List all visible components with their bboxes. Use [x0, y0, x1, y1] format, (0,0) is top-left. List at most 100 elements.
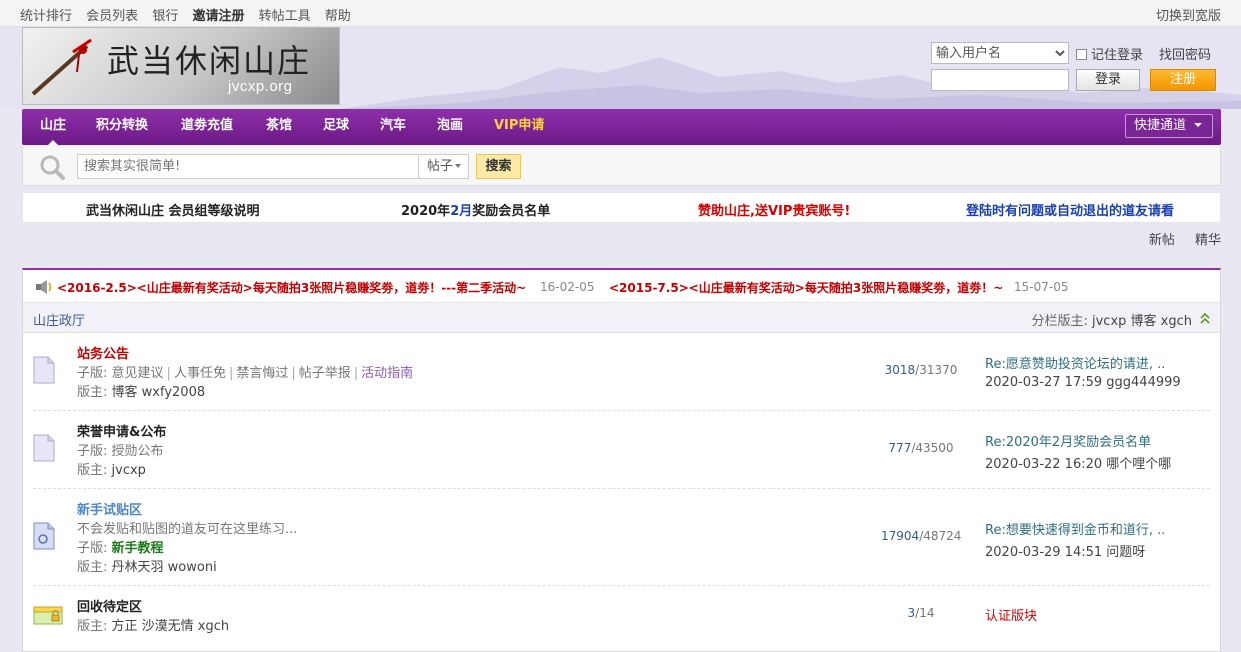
category-moderator-names[interactable]: jvcxp 博客 xgch [1092, 314, 1192, 329]
nav-item-teahouse[interactable]: 茶馆 [266, 109, 292, 145]
last-post-title[interactable]: Re:2020年2月奖励会员名单 [985, 431, 1171, 450]
featured-posts-link[interactable]: 精华 [1195, 233, 1221, 248]
moderator-label: 版主: [77, 560, 108, 575]
forum-subforums: 子版: 意见建议 | 人事任免 | 禁言悔过 | 帖子举报 | 活动指南 [77, 366, 414, 381]
forum-row: 回收待定区 版主: 方正 沙漠无情 xgch 3/14 认证版块 [33, 587, 1210, 649]
top-utility-bar: 统计排行 会员列表 银行 邀请注册 转帖工具 帮助 切换到宽版 [0, 0, 1241, 27]
category-name[interactable]: 山庄政厅 [33, 310, 85, 329]
forum-page-icon [33, 434, 55, 462]
announcement-reward-list[interactable]: 2020年2月奖励会员名单 [401, 200, 550, 219]
main-nav: 山庄 积分转换 道劵充值 茶馆 足球 汽车 泡画 VIP申请 快捷通道 [22, 109, 1221, 145]
ticker-item-2[interactable]: <2015-7.5><山庄最新有奖活动>每天随拍3张照片稳赚奖劵，道劵！~ [609, 279, 1003, 296]
toplink-stats[interactable]: 统计排行 [20, 9, 72, 24]
forum-stats: 3/14 [907, 606, 935, 620]
subforum-link[interactable]: 禁言悔过 [236, 366, 288, 381]
moderator-names[interactable]: jvcxp [112, 463, 146, 478]
forum-moderators: 版主: 丹林天羽 wowoni [77, 556, 217, 575]
forum-new-posts-icon [33, 522, 55, 550]
login-button[interactable]: 登录 [1076, 69, 1140, 91]
nav-item-recharge[interactable]: 道劵充值 [181, 109, 233, 145]
last-post-title[interactable]: 认证版块 [985, 605, 1037, 624]
nav-item-home[interactable]: 山庄 [40, 109, 66, 145]
chevron-down-icon [455, 164, 462, 168]
announcement-login-help[interactable]: 登陆时有问题或自动退出的道友请看 [966, 200, 1174, 219]
nav-item-football[interactable]: 足球 [323, 109, 349, 145]
toplink-bank[interactable]: 银行 [152, 9, 178, 24]
nav-item-vip[interactable]: VIP申请 [494, 109, 544, 145]
nav-item-cars[interactable]: 汽车 [380, 109, 406, 145]
nav-item-points-exchange[interactable]: 积分转换 [96, 109, 148, 145]
forum-locked-icon [33, 606, 63, 625]
category-moderators-label: 分栏版主: [1031, 314, 1088, 329]
site-logo[interactable]: 武当休闲山庄 jvcxp.org [22, 27, 340, 105]
quick-access-button[interactable]: 快捷通道 [1124, 114, 1213, 138]
moderator-label: 版主: [77, 463, 108, 478]
forum-name[interactable]: 回收待定区 [77, 596, 142, 615]
register-button[interactable]: 注册 [1150, 69, 1216, 91]
forum-name[interactable]: 站务公告 [77, 343, 129, 362]
search-button[interactable]: 搜索 [476, 154, 521, 179]
password-field[interactable] [931, 69, 1069, 91]
new-posts-link[interactable]: 新帖 [1149, 233, 1175, 248]
search-type-select[interactable]: 帖子 [419, 154, 469, 179]
remember-login[interactable]: 记住登录 [1076, 44, 1156, 63]
forgot-password-link[interactable]: 找回密码 [1159, 44, 1219, 63]
category-moderators: 分栏版主: jvcxp 博客 xgch [1031, 310, 1192, 329]
forum-last-post: Re:想要快速得到金币和道行, .. 2020-03-29 14:51 问题呀 [985, 519, 1165, 560]
speaker-icon [36, 280, 52, 294]
post-count: 31370 [919, 363, 958, 377]
announcement-bar: 武当休闲山庄 会员组等级说明 2020年2月奖励会员名单 赞助山庄,送VIP贵宾… [22, 192, 1221, 223]
moderator-label: 版主: [77, 385, 108, 400]
subforum-link[interactable]: 帖子举报 [299, 366, 351, 381]
subforum-link[interactable]: 活动指南 [361, 366, 413, 381]
search-icon [40, 155, 65, 180]
forum-last-post: Re:2020年2月奖励会员名单 2020-03-22 16:20 哪个哩个哪 [985, 431, 1171, 472]
toplink-repost-tool[interactable]: 转帖工具 [259, 9, 311, 24]
ticker-item-1[interactable]: <2016-2.5><山庄最新有奖活动>每天随拍3张照片稳赚奖劵，道劵！---第… [57, 279, 526, 296]
subforum-link[interactable]: 新手教程 [112, 541, 164, 556]
announcement-reward-pre: 2020年 [401, 204, 451, 219]
forum-moderators: 版主: 博客 wxfy2008 [77, 381, 205, 400]
username-select[interactable]: 输入用户名 [931, 42, 1069, 64]
search-bar: 帖子 搜索 [22, 146, 1221, 186]
search-input[interactable] [77, 154, 419, 179]
post-count: 48724 [923, 529, 962, 543]
announcement-member-levels[interactable]: 武当休闲山庄 会员组等级说明 [86, 200, 260, 219]
remember-label: 记住登录 [1091, 48, 1144, 63]
moderator-names[interactable]: 方正 沙漠无情 xgch [112, 619, 230, 634]
subforum-link[interactable]: 意见建议 [112, 366, 164, 381]
topic-count: 777 [888, 441, 912, 455]
topic-count: 17904 [881, 529, 920, 543]
nav-item-paohua[interactable]: 泡画 [437, 109, 463, 145]
remember-checkbox[interactable] [1076, 49, 1087, 60]
forum-subforums: 子版: 授勋公布 [77, 440, 164, 459]
subforum-link[interactable]: 授勋公布 [112, 444, 164, 459]
announcement-sponsor[interactable]: 赞助山庄,送VIP贵宾账号! [698, 200, 850, 219]
search-type-label: 帖子 [427, 159, 454, 174]
last-post-title[interactable]: Re:愿意赞助投资论坛的请进, .. [985, 353, 1181, 372]
last-post-title[interactable]: Re:想要快速得到金币和道行, .. [985, 519, 1165, 538]
forum-name[interactable]: 荣誉申请&公布 [77, 421, 166, 440]
subforum-link[interactable]: 人事任免 [174, 366, 226, 381]
wide-mode-link[interactable]: 切换到宽版 [1156, 5, 1221, 24]
category-header: 山庄政厅 分栏版主: jvcxp 博客 xgch [23, 303, 1220, 333]
moderator-names[interactable]: 丹林天羽 wowoni [112, 560, 217, 575]
collapse-icon[interactable] [1200, 313, 1210, 325]
toplink-members[interactable]: 会员列表 [86, 9, 138, 24]
last-post-meta: 2020-03-29 14:51 问题呀 [985, 545, 1146, 560]
forum-row: 站务公告 子版: 意见建议 | 人事任免 | 禁言悔过 | 帖子举报 | 活动指南 版主: 博客… [33, 334, 1210, 411]
last-post-meta: 2020-03-27 17:59 ggg444999 [985, 375, 1181, 390]
chevron-down-icon [1194, 123, 1202, 127]
top-links: 统计排行 会员列表 银行 邀请注册 转帖工具 帮助 [20, 5, 361, 24]
announcement-reward-mid: 2月 [450, 204, 473, 219]
toplink-invite[interactable]: 邀请注册 [192, 9, 244, 24]
sword-icon [31, 38, 92, 96]
quick-access-label: 快捷通道 [1133, 118, 1186, 133]
last-post-meta: 2020-03-22 16:20 哪个哩个哪 [985, 457, 1172, 472]
subforum-label: 子版: [77, 366, 108, 381]
toplink-help[interactable]: 帮助 [325, 9, 351, 24]
forum-subforums: 子版: 新手教程 [77, 537, 164, 556]
forum-stats: 17904/48724 [881, 529, 962, 543]
moderator-names[interactable]: 博客 wxfy2008 [112, 385, 206, 400]
forum-name[interactable]: 新手试贴区 [77, 499, 142, 518]
